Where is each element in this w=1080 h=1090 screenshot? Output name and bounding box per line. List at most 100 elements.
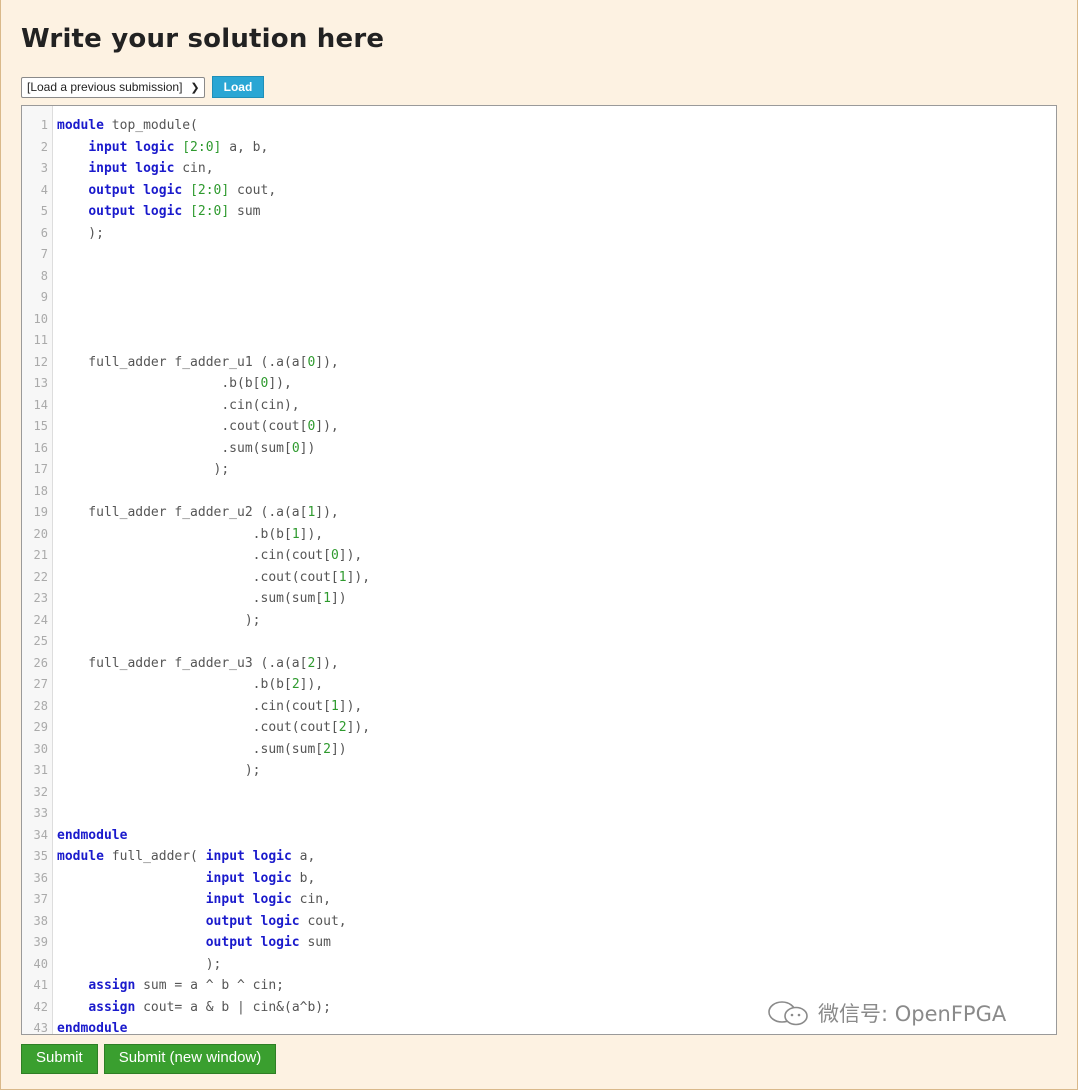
code-keyword: module [57, 118, 104, 133]
code-line[interactable]: 29 .cout(cout[2]), [22, 717, 1056, 739]
code-line[interactable]: 36 input logic b, [22, 868, 1056, 890]
code-line[interactable]: 13 .b(b[0]), [22, 373, 1056, 395]
code-token: a, b, [221, 139, 269, 155]
code-token: .cin(cin), [57, 397, 300, 413]
code-line[interactable]: 26 full_adder f_adder_u3 (.a(a[2]), [22, 653, 1056, 675]
code-line[interactable]: 25 [22, 631, 1056, 653]
code-token: full_adder f_adder_u3 (.a(a[ [57, 655, 308, 671]
code-line[interactable]: 21 .cin(cout[0]), [22, 545, 1056, 567]
code-line[interactable]: 4 output logic [2:0] cout, [22, 180, 1056, 202]
code-text: full_adder f_adder_u3 (.a(a[2]), [52, 653, 338, 675]
load-button[interactable]: Load [211, 76, 265, 98]
code-text: ); [52, 459, 230, 481]
code-line[interactable]: 20 .b(b[1]), [22, 524, 1056, 546]
code-number: 1 [330, 698, 339, 714]
code-line[interactable]: 19 full_adder f_adder_u2 (.a(a[1]), [22, 502, 1056, 524]
code-line[interactable]: 15 .cout(cout[0]), [22, 416, 1056, 438]
code-line[interactable]: 18 [22, 481, 1056, 503]
code-text: .b(b[0]), [52, 373, 292, 395]
code-line[interactable]: 16 .sum(sum[0]) [22, 438, 1056, 460]
code-token: .cout(cout[ [57, 419, 308, 434]
watermark: 微信号: OpenFPGA [766, 998, 1006, 1028]
code-line[interactable]: 11 [22, 330, 1056, 352]
code-text: endmodule [52, 1018, 127, 1034]
submit-new-window-button[interactable]: Submit (new window) [103, 1044, 277, 1074]
code-text: input logic [2:0] a, b, [52, 137, 268, 159]
code-keyword: output logic [88, 182, 183, 198]
code-line[interactable]: 37 input logic cin, [22, 889, 1056, 911]
code-token: ]), [299, 677, 324, 692]
code-line[interactable]: 28 .cin(cout[1]), [22, 696, 1056, 718]
code-line[interactable]: 1 module top_module( [22, 115, 1056, 137]
code-line[interactable]: 2 input logic [2:0] a, b, [22, 137, 1056, 159]
code-line[interactable]: 3 input logic cin, [22, 158, 1056, 180]
code-line[interactable]: 27 .b(b[2]), [22, 674, 1056, 696]
code-text: .cout(cout[2]), [52, 717, 370, 739]
code-line[interactable]: 39 output logic sum [22, 932, 1056, 954]
line-number: 32 [33, 784, 48, 799]
code-editor[interactable]: 1 module top_module(2 input logic [2:0] a… [21, 105, 1057, 1035]
code-token: ]), [338, 698, 363, 714]
code-line[interactable]: 8 [22, 266, 1056, 288]
code-line[interactable]: 12 full_adder f_adder_u1 (.a(a[0]), [22, 352, 1056, 374]
submit-buttons: Submit Submit (new window) [21, 1044, 282, 1074]
code-line[interactable]: 10 [22, 309, 1056, 331]
code-lines: 1 module top_module(2 input logic [2:0] a… [22, 115, 1056, 1035]
code-line[interactable]: 6 ); [22, 223, 1056, 245]
line-number: 11 [33, 333, 48, 347]
line-number: 41 [33, 978, 48, 992]
line-number: 43 [33, 1021, 48, 1035]
code-text: .sum(sum[0]) [52, 438, 315, 460]
code-line[interactable]: 23 .sum(sum[1]) [22, 588, 1056, 610]
code-line[interactable]: 35 module full_adder( input logic a, [22, 846, 1056, 868]
code-line[interactable]: 30 .sum(sum[2]) [22, 739, 1056, 761]
code-text: endmodule [52, 825, 127, 847]
line-number: 35 [33, 849, 48, 863]
code-line[interactable]: 41 assign sum = a ^ b ^ cin; [22, 975, 1056, 997]
line-number: 20 [33, 526, 48, 541]
code-line[interactable]: 38 output logic cout, [22, 911, 1056, 933]
code-line[interactable]: 9 [22, 287, 1056, 309]
code-line[interactable]: 24 ); [22, 610, 1056, 632]
code-line[interactable]: 22 .cout(cout[1]), [22, 567, 1056, 589]
code-line[interactable]: 40 ); [22, 954, 1056, 976]
line-number: 33 [33, 806, 48, 820]
code-line[interactable]: 32 [22, 782, 1056, 804]
line-number: 36 [33, 870, 48, 885]
code-line[interactable]: 31 ); [22, 760, 1056, 782]
code-line[interactable]: 5 output logic [2:0] sum [22, 201, 1056, 223]
line-number: 30 [33, 741, 48, 756]
code-token: .sum(sum[ [57, 741, 324, 757]
code-text: output logic sum [52, 932, 331, 954]
wechat-icon [768, 1001, 808, 1026]
code-number: 1 [323, 591, 331, 606]
code-line[interactable]: 33 [22, 803, 1056, 825]
line-number: 42 [33, 999, 48, 1014]
code-number: 2 [291, 677, 300, 692]
chevron-down-icon: ❯ [190, 81, 200, 94]
line-number: 34 [33, 827, 48, 842]
code-text: .b(b[1]), [52, 524, 323, 546]
code-line[interactable]: 7 [22, 244, 1056, 266]
code-line[interactable]: 34 endmodule [22, 825, 1056, 847]
previous-submission-select[interactable]: [Load a previous submission] ❯ [21, 76, 205, 98]
line-number: 7 [40, 247, 48, 261]
code-token: ]), [315, 419, 339, 434]
code-token: ]), [299, 526, 324, 542]
line-number: 5 [40, 204, 48, 218]
code-token: ]), [338, 548, 363, 563]
line-number: 24 [33, 612, 48, 627]
code-line[interactable]: 14 .cin(cin), [22, 395, 1056, 417]
code-line[interactable]: 17 ); [22, 459, 1056, 481]
submit-button[interactable]: Submit [21, 1044, 98, 1074]
code-token: ); [57, 612, 261, 628]
code-token: ]), [268, 376, 292, 391]
line-number: 10 [33, 311, 48, 326]
